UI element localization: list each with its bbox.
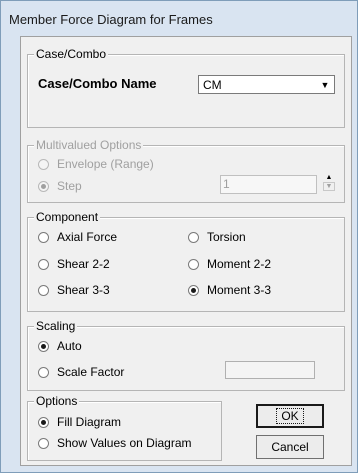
cancel-button-label: Cancel — [271, 440, 309, 454]
spin-down-icon[interactable]: ▼ — [323, 182, 335, 191]
radio-indicator — [188, 231, 199, 243]
scaling-radio-scale-factor[interactable]: Scale Factor — [38, 364, 124, 380]
radio-indicator — [188, 284, 199, 296]
scaling-legend: Scaling — [34, 319, 78, 333]
torsion-label: Torsion — [207, 230, 246, 244]
scaling-radio-auto[interactable]: Auto — [38, 338, 82, 354]
ok-button-label: OK — [276, 408, 304, 424]
spin-up-icon[interactable]: ▲ — [323, 173, 335, 182]
chevron-down-icon[interactable]: ▼ — [316, 76, 334, 93]
component-radio-moment-3-3[interactable]: Moment 3-3 — [188, 282, 271, 298]
options-radio-show-values[interactable]: Show Values on Diagram — [38, 435, 192, 451]
radio-indicator — [38, 158, 49, 170]
radio-indicator — [38, 231, 49, 243]
radio-indicator — [38, 437, 49, 449]
radio-indicator — [38, 258, 49, 270]
member-force-dialog: Member Force Diagram for Frames Case/Com… — [0, 0, 358, 473]
radio-indicator — [38, 366, 49, 378]
envelope-radio[interactable]: Envelope (Range) — [38, 156, 154, 172]
scale-factor-input[interactable] — [225, 361, 315, 379]
radio-indicator — [38, 416, 49, 428]
options-legend: Options — [34, 394, 80, 408]
case-combo-name-label: Case/Combo Name — [38, 76, 157, 91]
multivalued-options-legend: Multivalued Options — [34, 138, 144, 152]
fill-diagram-label: Fill Diagram — [57, 415, 122, 429]
radio-indicator — [38, 340, 49, 352]
component-radio-shear-3-3[interactable]: Shear 3-3 — [38, 282, 110, 298]
case-combo-legend: Case/Combo — [34, 47, 109, 61]
case-combo-value: CM — [203, 77, 222, 92]
title-bar[interactable]: Member Force Diagram for Frames — [1, 1, 357, 32]
step-label: Step — [57, 179, 82, 193]
scale-factor-label: Scale Factor — [57, 365, 125, 379]
step-spinner[interactable]: ▲ ▼ — [323, 173, 335, 191]
case-combo-group: Case/Combo Case/Combo Name CM ▼ — [27, 47, 345, 128]
component-radio-axial-force[interactable]: Axial Force — [38, 229, 117, 245]
component-radio-torsion[interactable]: Torsion — [188, 229, 246, 245]
component-radio-moment-2-2[interactable]: Moment 2-2 — [188, 256, 271, 272]
moment-3-3-label: Moment 3-3 — [207, 283, 272, 297]
envelope-label: Envelope (Range) — [57, 157, 154, 171]
multivalued-options-group: Multivalued Options Envelope (Range) Ste… — [27, 138, 345, 203]
step-radio[interactable]: Step — [38, 178, 82, 194]
auto-label: Auto — [57, 339, 82, 353]
radio-indicator — [188, 258, 199, 270]
options-group: Options Fill Diagram Show Values on Diag… — [27, 394, 222, 461]
case-combo-select[interactable]: CM ▼ — [198, 75, 335, 94]
ok-button[interactable]: OK — [256, 404, 324, 428]
dialog-body: Case/Combo Case/Combo Name CM ▼ Multival… — [20, 36, 352, 466]
radio-indicator — [38, 284, 49, 296]
show-values-label: Show Values on Diagram — [57, 436, 192, 450]
shear-2-2-label: Shear 2-2 — [57, 257, 110, 271]
scaling-group: Scaling Auto Scale Factor — [27, 319, 345, 391]
window-title: Member Force Diagram for Frames — [9, 12, 213, 27]
shear-3-3-label: Shear 3-3 — [57, 283, 110, 297]
component-radio-shear-2-2[interactable]: Shear 2-2 — [38, 256, 110, 272]
cancel-button[interactable]: Cancel — [256, 435, 324, 459]
component-group: Component Axial Force Torsion Shear 2-2 … — [27, 210, 345, 312]
moment-2-2-label: Moment 2-2 — [207, 257, 272, 271]
step-input[interactable]: 1 — [220, 175, 317, 194]
radio-indicator — [38, 180, 49, 192]
component-legend: Component — [34, 210, 101, 224]
options-radio-fill-diagram[interactable]: Fill Diagram — [38, 414, 121, 430]
axial-force-label: Axial Force — [57, 230, 118, 244]
